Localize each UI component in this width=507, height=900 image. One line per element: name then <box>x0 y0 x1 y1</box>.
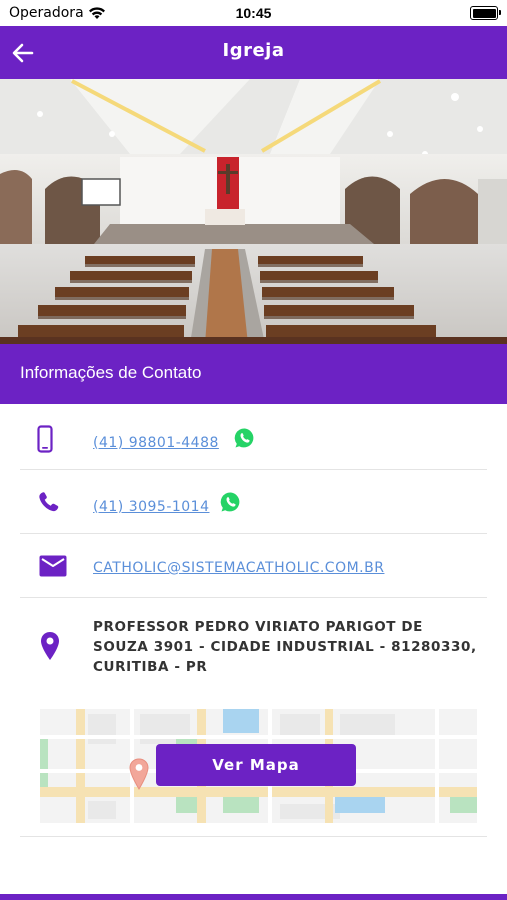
map-marker-icon <box>128 757 150 795</box>
contact-section-header: Informações de Contato <box>0 344 507 404</box>
section-title: Informações de Contato <box>20 363 202 382</box>
status-bar: Operadora 10:45 <box>0 0 507 26</box>
whatsapp-icon[interactable] <box>220 491 242 513</box>
bottom-bar <box>0 894 507 900</box>
contact-row-phone: (41) 3095-1014 <box>20 469 487 534</box>
church-photo <box>0 79 507 344</box>
clock: 10:45 <box>235 5 272 21</box>
whatsapp-icon[interactable] <box>234 427 256 449</box>
contact-row-mobile: (41) 98801-4488 <box>20 405 487 470</box>
divider <box>20 836 487 837</box>
email-link[interactable]: CATHOLIC@SISTEMACATHOLIC.COM.BR <box>93 560 384 576</box>
phone-link[interactable]: (41) 3095-1014 <box>93 499 210 515</box>
view-map-button[interactable]: Ver Mapa <box>156 744 356 786</box>
mail-icon <box>39 555 67 581</box>
mobile-phone-icon <box>37 425 53 457</box>
phone-icon <box>38 491 60 517</box>
page-title: Igreja <box>222 40 285 61</box>
navigation-bar: Igreja <box>0 26 507 79</box>
contact-row-email: CATHOLIC@SISTEMACATHOLIC.COM.BR <box>20 533 487 598</box>
battery-icon <box>470 6 501 20</box>
mobile-phone-link[interactable]: (41) 98801-4488 <box>93 435 219 451</box>
location-pin-icon <box>40 631 60 665</box>
address-text: PROFESSOR PEDRO VIRIATO PARIGOT DE SOUZA… <box>93 619 477 675</box>
